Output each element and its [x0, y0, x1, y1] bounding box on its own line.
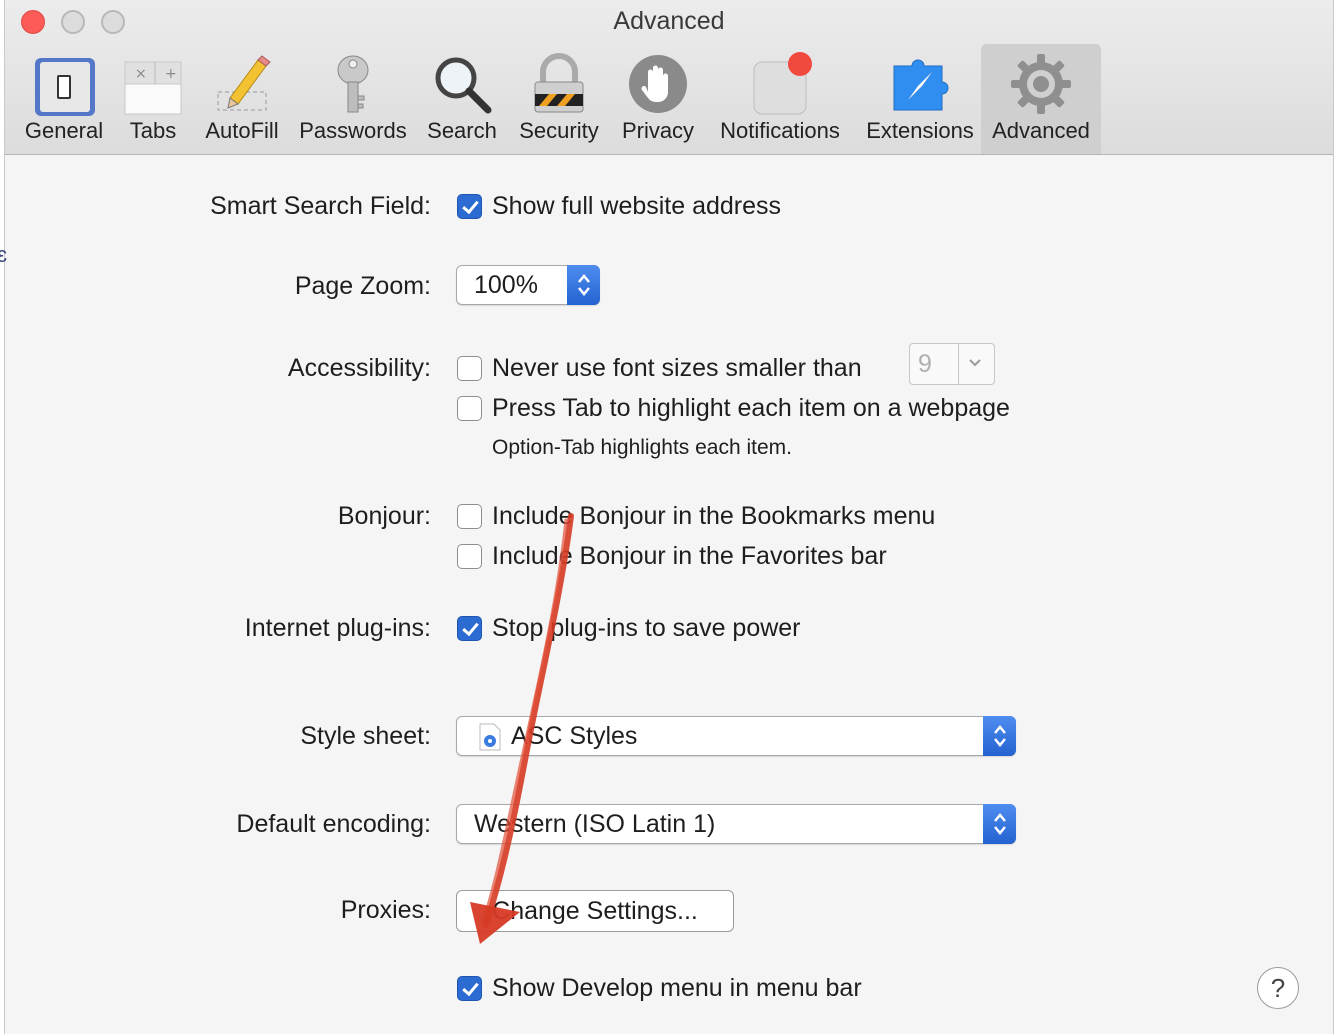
proxies-label: Proxies:: [340, 896, 431, 924]
gear-icon: [1011, 54, 1071, 114]
show-full-address-text: Show full website address: [492, 192, 782, 220]
tab-privacy[interactable]: Privacy: [613, 44, 703, 154]
encoding-label: Default encoding:: [236, 810, 431, 838]
window-title: Advanced: [613, 7, 725, 35]
tab-notifications-label: Notifications: [720, 118, 840, 143]
tab-privacy-label: Privacy: [621, 118, 695, 143]
tab-extensions-label: Extensions: [866, 118, 974, 143]
min-font-size-value: 9: [918, 350, 932, 378]
min-font-size-popup[interactable]: 9: [909, 343, 995, 385]
tab-general[interactable]: General: [19, 44, 109, 154]
magnifier-icon: [435, 57, 492, 114]
tab-security-label: Security: [519, 118, 599, 143]
bonjour-favorites-checkbox[interactable]: [457, 544, 482, 569]
tab-tabs-label: Tabs: [129, 118, 177, 143]
padlock-icon: [534, 53, 584, 113]
page-zoom-popup[interactable]: 100%: [456, 265, 600, 305]
tab-autofill-label: AutoFill: [205, 118, 279, 143]
accessibility-label: Accessibility:: [287, 354, 431, 382]
show-develop-menu-text: Show Develop menu in menu bar: [492, 974, 862, 1002]
stop-plugins-checkbox[interactable]: [457, 616, 482, 641]
show-full-address-checkbox[interactable]: [457, 194, 482, 219]
bonjour-label: Bonjour:: [337, 502, 431, 530]
bonjour-bookmarks-text: Include Bonjour in the Bookmarks menu: [492, 502, 936, 530]
svg-text:+: +: [165, 66, 177, 82]
tab-advanced[interactable]: Advanced: [981, 44, 1101, 154]
option-tab-note: Option-Tab highlights each item.: [492, 436, 792, 459]
tab-autofill[interactable]: AutoFill: [197, 44, 287, 154]
stylesheet-file-icon: [479, 723, 501, 751]
preferences-toolbar: Advanced General × + Tabs AutoFill Passw…: [5, 0, 1333, 155]
notification-badge-icon: [753, 52, 812, 115]
tab-highlight-checkbox[interactable]: [457, 396, 482, 421]
stepper-arrows-icon: [983, 804, 1016, 844]
help-button[interactable]: ?: [1257, 967, 1299, 1009]
tab-highlight-text: Press Tab to highlight each item on a we…: [492, 394, 1010, 422]
bonjour-favorites-text: Include Bonjour in the Favorites bar: [492, 542, 887, 570]
tab-advanced-label: Advanced: [992, 118, 1090, 143]
page-zoom-label: Page Zoom:: [294, 272, 431, 300]
show-develop-menu-checkbox[interactable]: [457, 976, 482, 1001]
encoding-value: Western (ISO Latin 1): [474, 810, 716, 838]
min-font-size-checkbox[interactable]: [457, 356, 482, 381]
tab-passwords[interactable]: Passwords: [291, 44, 415, 154]
tabs-icon: × +: [124, 61, 182, 115]
puzzle-compass-icon: [893, 59, 949, 111]
hand-icon: [629, 55, 687, 113]
tab-search[interactable]: Search: [419, 44, 505, 154]
key-icon: [337, 55, 369, 113]
tab-passwords-label: Passwords: [299, 118, 407, 143]
stepper-arrows-icon: [983, 716, 1016, 756]
tab-extensions[interactable]: Extensions: [857, 44, 983, 154]
style-sheet-popup[interactable]: ASC Styles: [456, 716, 1016, 756]
min-font-size-text: Never use font sizes smaller than: [492, 354, 862, 382]
bonjour-bookmarks-checkbox[interactable]: [457, 504, 482, 529]
change-settings-label: Change Settings...: [492, 897, 698, 925]
page-zoom-value: 100%: [474, 271, 538, 299]
chevron-down-icon: [969, 359, 981, 367]
tab-general-label: General: [24, 118, 104, 143]
background-text-fragment: ɛ: [0, 242, 8, 267]
style-sheet-value: ASC Styles: [511, 722, 638, 750]
tab-tabs[interactable]: × + Tabs: [117, 44, 189, 154]
general-switch-icon: [35, 58, 95, 116]
plugins-label: Internet plug-ins:: [244, 614, 431, 642]
tab-search-label: Search: [427, 118, 497, 143]
stop-plugins-text: Stop plug-ins to save power: [492, 614, 801, 642]
svg-text:×: ×: [135, 66, 147, 82]
preferences-window: ɛ Advanced General × + Tabs AutoFill Pas…: [0, 0, 1334, 1034]
stepper-arrows-icon: [567, 265, 600, 305]
tab-notifications[interactable]: Notifications: [707, 44, 853, 154]
pencil-icon: [217, 55, 271, 111]
change-settings-button[interactable]: Change Settings...: [456, 890, 734, 932]
smart-search-label: Smart Search Field:: [210, 192, 431, 220]
style-sheet-label: Style sheet:: [300, 722, 431, 750]
encoding-popup[interactable]: Western (ISO Latin 1): [456, 804, 1016, 844]
tab-security[interactable]: Security: [509, 44, 609, 154]
